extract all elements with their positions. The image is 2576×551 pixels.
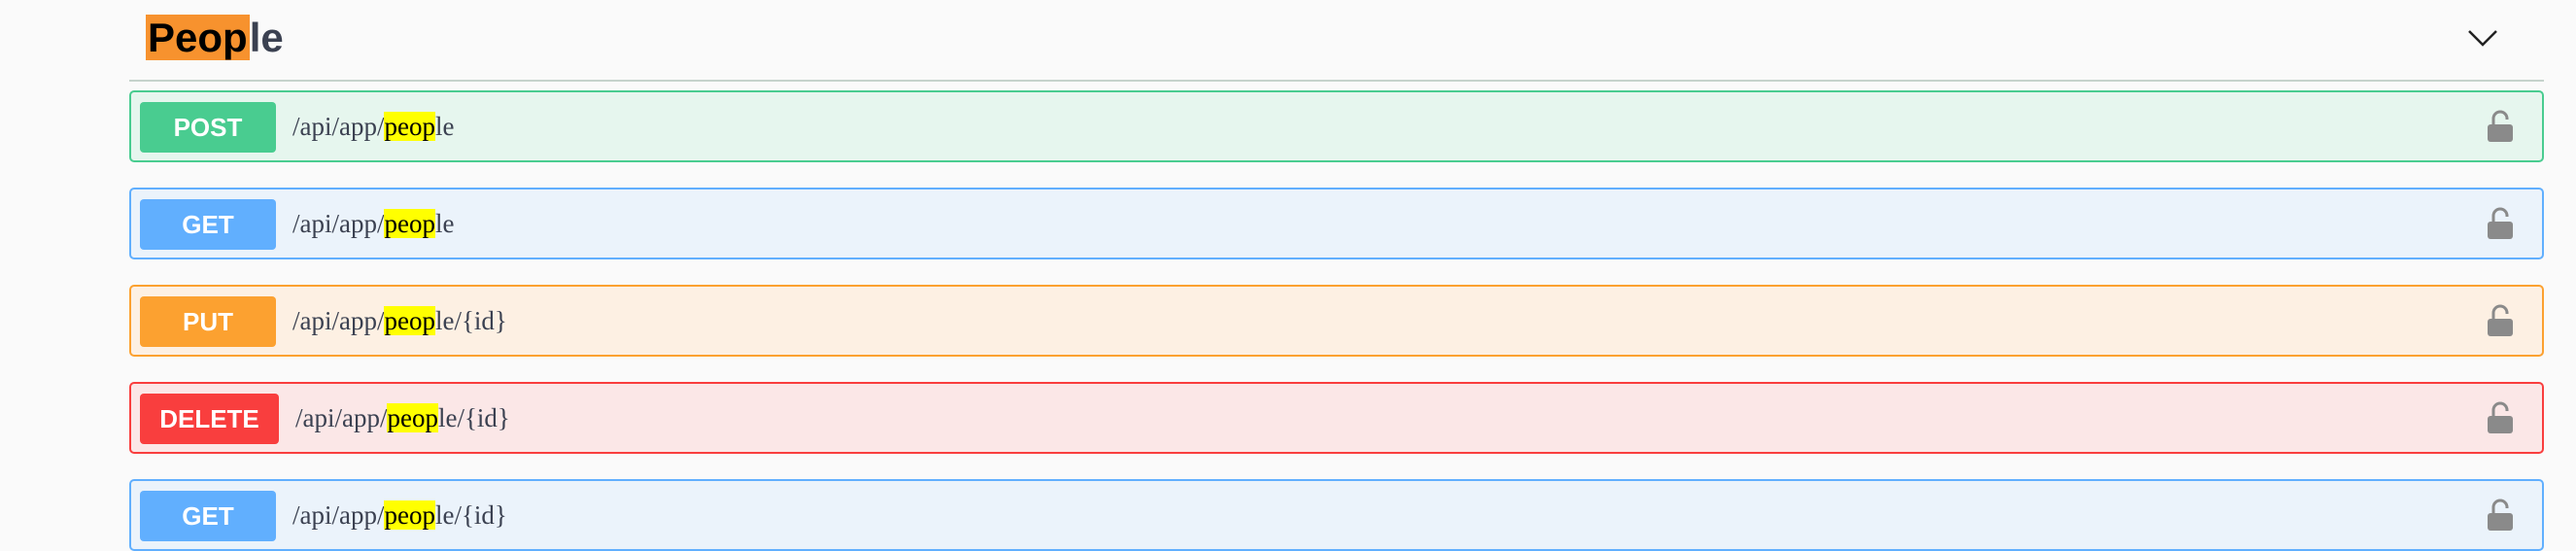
path-prefix: /api/app/: [292, 209, 385, 238]
unlocked-padlock-icon[interactable]: [2487, 304, 2514, 337]
operation-path: /api/app/people: [292, 92, 454, 160]
method-badge: GET: [140, 491, 276, 541]
path-highlight: peop: [384, 209, 435, 238]
operation-get-people[interactable]: GET /api/app/people: [129, 188, 2544, 259]
people-tag-section: People POST /api/app/people GET /api/app…: [129, 0, 2544, 551]
path-prefix: /api/app/: [292, 500, 385, 530]
path-prefix: /api/app/: [292, 306, 385, 335]
operation-path: /api/app/people/{id}: [292, 287, 507, 355]
operation-delete-people-id[interactable]: DELETE /api/app/people/{id}: [129, 382, 2544, 454]
operation-path: /api/app/people/{id}: [295, 384, 510, 452]
method-badge: POST: [140, 102, 276, 153]
operation-path: /api/app/people: [292, 189, 454, 258]
path-suffix: le/{id}: [437, 403, 510, 432]
path-suffix: le: [434, 112, 455, 141]
path-prefix: /api/app/: [292, 112, 385, 141]
tag-header[interactable]: People: [129, 0, 2544, 82]
tag-title-rest: le: [249, 15, 284, 60]
method-badge: GET: [140, 199, 276, 250]
unlocked-padlock-icon[interactable]: [2487, 207, 2514, 240]
method-badge: PUT: [140, 296, 276, 347]
operation-post-people[interactable]: POST /api/app/people: [129, 90, 2544, 162]
path-highlight: peop: [384, 112, 435, 141]
unlocked-padlock-icon[interactable]: [2487, 401, 2514, 434]
operation-get-people-id[interactable]: GET /api/app/people/{id}: [129, 479, 2544, 551]
path-highlight: peop: [384, 306, 435, 335]
path-suffix: le/{id}: [434, 500, 507, 530]
path-highlight: peop: [384, 500, 435, 530]
path-suffix: le/{id}: [434, 306, 507, 335]
unlocked-padlock-icon[interactable]: [2487, 110, 2514, 143]
tag-title[interactable]: People: [146, 12, 284, 64]
path-suffix: le: [434, 209, 455, 238]
chevron-down-icon[interactable]: [2466, 23, 2499, 51]
path-highlight: peop: [387, 403, 438, 432]
path-prefix: /api/app/: [295, 403, 388, 432]
operation-put-people-id[interactable]: PUT /api/app/people/{id}: [129, 285, 2544, 357]
operation-path: /api/app/people/{id}: [292, 481, 507, 549]
unlocked-padlock-icon[interactable]: [2487, 499, 2514, 532]
tag-title-highlight: Peop: [146, 15, 250, 60]
method-badge: DELETE: [140, 394, 279, 444]
